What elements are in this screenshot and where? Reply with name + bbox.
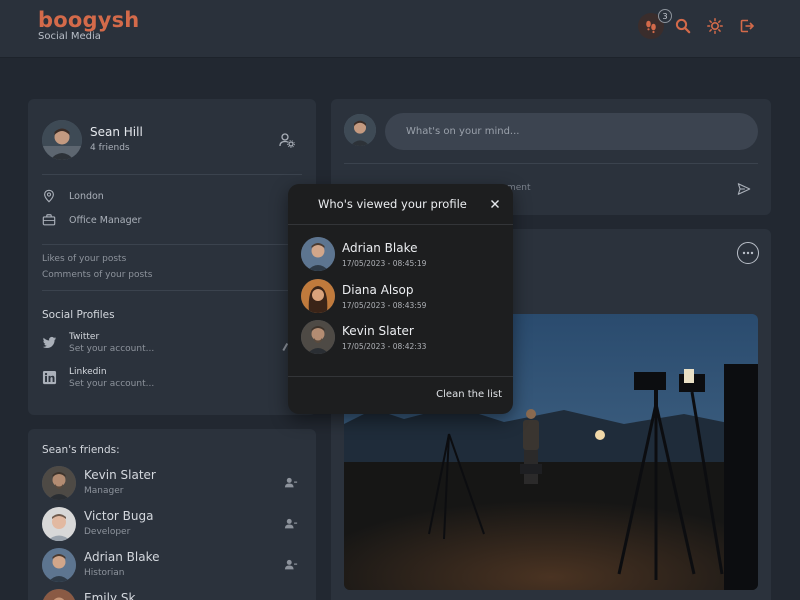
modal-title: Who's viewed your profile — [318, 197, 467, 211]
friend-job: Developer — [84, 527, 131, 537]
viewer-name[interactable]: Adrian Blake — [342, 241, 417, 255]
social-name: Twitter — [69, 332, 100, 342]
friends-title: Sean's friends: — [42, 444, 120, 456]
sun-icon — [707, 18, 723, 34]
friends-card: Sean's friends: Kevin Slater Manager Vic… — [28, 429, 316, 600]
friend-name[interactable]: Victor Buga — [84, 509, 153, 523]
social-placeholder: Set your account... — [69, 379, 155, 389]
social-profiles-title: Social Profiles — [42, 309, 115, 321]
likes-label: Likes of your posts — [42, 254, 127, 264]
logout-button[interactable] — [734, 13, 760, 39]
divider — [288, 224, 513, 225]
linkedin-text: Linkedin Set your account... — [69, 367, 154, 389]
job-row: Office Manager — [42, 213, 141, 227]
viewer-name[interactable]: Kevin Slater — [342, 324, 414, 338]
linkedin-icon — [42, 370, 57, 385]
viewer-item[interactable]: Diana Alsop 17/05/2023 - 08:43:59 — [301, 279, 501, 315]
divider — [42, 290, 302, 291]
location-row: London — [42, 189, 104, 203]
twitter-text: Twitter Set your account... — [69, 332, 154, 354]
divider — [42, 174, 302, 175]
brand-name: boogysh — [38, 8, 140, 32]
viewer-item[interactable]: Adrian Blake 17/05/2023 - 08:45:19 — [301, 237, 501, 273]
friend-item[interactable]: Adrian Blake Historian — [42, 548, 302, 586]
divider — [344, 163, 758, 164]
friend-name[interactable]: Adrian Blake — [84, 550, 159, 564]
social-name: Linkedin — [69, 367, 107, 377]
viewer-item[interactable]: Kevin Slater 17/05/2023 - 08:42:33 — [301, 320, 501, 356]
location-pin-icon — [44, 189, 54, 203]
social-placeholder: Set your account... — [69, 344, 155, 354]
viewer-time: 17/05/2023 - 08:42:33 — [342, 342, 427, 351]
profile-name[interactable]: Sean Hill — [90, 125, 143, 139]
footprints-icon — [646, 20, 656, 34]
logout-icon — [740, 19, 755, 33]
friend-item[interactable]: Emily Sk — [42, 589, 302, 600]
brand-subtitle: Social Media — [38, 31, 101, 42]
user-settings-icon[interactable] — [279, 132, 295, 148]
avatar[interactable] — [344, 114, 376, 146]
search-button[interactable] — [670, 13, 696, 39]
avatar[interactable] — [301, 237, 335, 271]
more-dots-icon — [742, 251, 754, 255]
social-twitter[interactable]: Twitter Set your account... — [42, 332, 154, 354]
remove-friend-icon[interactable] — [284, 476, 298, 490]
profile-card: Sean Hill 4 friends London Office Manage… — [28, 99, 316, 415]
avatar[interactable] — [301, 279, 335, 313]
avatar[interactable] — [42, 120, 82, 160]
header-actions: 3 — [632, 9, 760, 39]
avatar[interactable] — [42, 589, 76, 600]
remove-friend-icon[interactable] — [284, 558, 298, 572]
remove-friend-icon[interactable] — [284, 517, 298, 531]
viewer-time: 17/05/2023 - 08:43:59 — [342, 301, 427, 310]
profile-viewers-modal: Who's viewed your profile Adrian Blake 1… — [288, 184, 513, 414]
avatar[interactable] — [42, 466, 76, 500]
friend-item[interactable]: Kevin Slater Manager — [42, 466, 302, 504]
friend-name[interactable]: Kevin Slater — [84, 468, 156, 482]
friends-count: 4 friends — [90, 143, 130, 153]
post-input[interactable] — [385, 113, 758, 150]
location-text: London — [69, 190, 104, 202]
avatar[interactable] — [42, 507, 76, 541]
twitter-icon — [42, 336, 57, 349]
send-icon[interactable] — [737, 182, 751, 196]
viewer-name[interactable]: Diana Alsop — [342, 283, 413, 297]
divider — [42, 244, 302, 245]
theme-toggle-button[interactable] — [702, 13, 728, 39]
briefcase-icon — [42, 214, 56, 226]
post-options-button[interactable] — [737, 242, 759, 264]
top-navbar: boogysh Social Media 3 — [0, 0, 800, 58]
clean-list-button[interactable]: Clean the list — [436, 389, 502, 400]
divider — [288, 376, 513, 377]
search-icon — [675, 18, 691, 34]
comments-label: Comments of your posts — [42, 270, 153, 280]
friend-job: Historian — [84, 568, 125, 578]
profile-visitors-button[interactable]: 3 — [638, 9, 672, 39]
friend-item[interactable]: Victor Buga Developer — [42, 507, 302, 545]
social-linkedin[interactable]: Linkedin Set your account... — [42, 367, 154, 389]
close-icon[interactable] — [489, 198, 501, 210]
friend-job: Manager — [84, 486, 124, 496]
viewer-time: 17/05/2023 - 08:45:19 — [342, 259, 427, 268]
job-text: Office Manager — [69, 214, 142, 226]
avatar[interactable] — [301, 320, 335, 354]
avatar[interactable] — [42, 548, 76, 582]
friend-name[interactable]: Emily Sk — [84, 591, 135, 600]
app-logo[interactable]: boogysh Social Media — [38, 8, 139, 42]
